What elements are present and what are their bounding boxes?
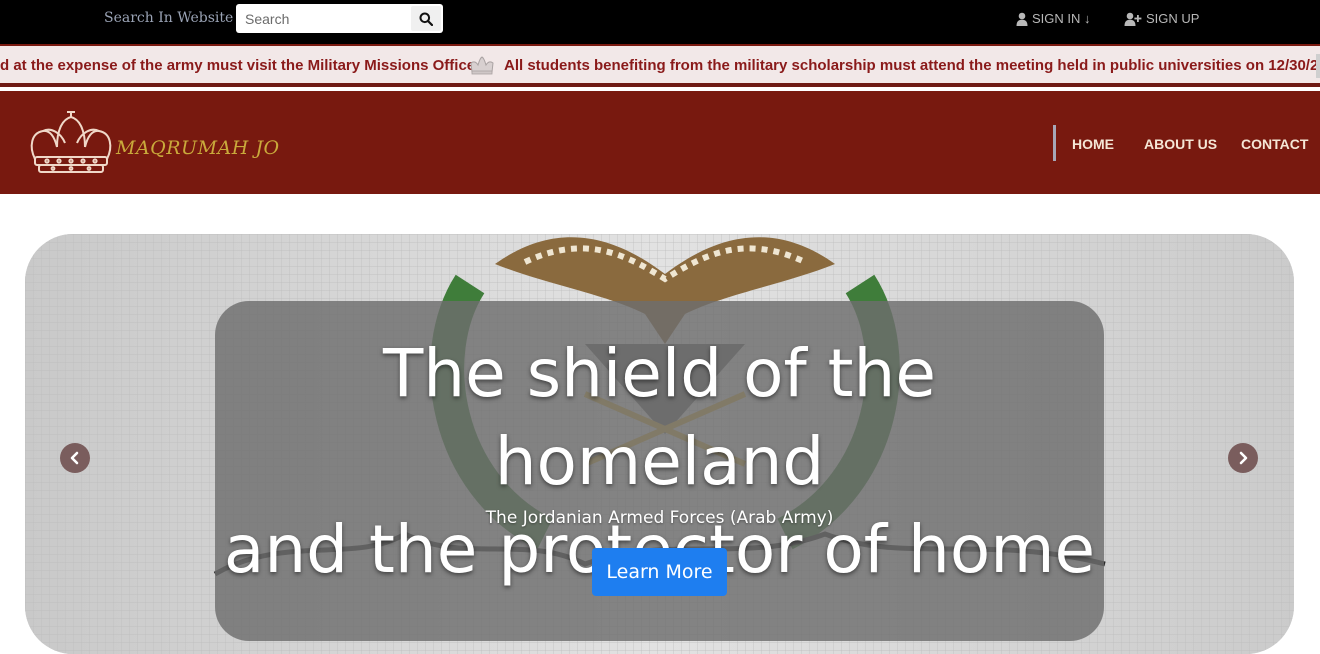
chevron-left-icon: [70, 451, 79, 465]
chevron-right-icon: [1239, 451, 1248, 465]
user-icon: [1016, 12, 1028, 26]
hero-subtitle: The Jordanian Armed Forces (Arab Army): [485, 508, 834, 528]
search-box: [236, 4, 443, 33]
news-ticker: d at the expense of the army must visit …: [0, 44, 1320, 87]
search-button[interactable]: [411, 6, 441, 31]
search-icon: [419, 12, 433, 26]
top-bar: Search In Website SIGN IN ↓ SIGN UP: [0, 0, 1320, 44]
hero-headline-line1: The shield of the homeland: [382, 335, 936, 500]
sign-up-label: SIGN UP: [1146, 11, 1200, 26]
search-input[interactable]: [236, 4, 406, 33]
crown-logo-icon[interactable]: [27, 107, 115, 175]
learn-more-button[interactable]: Learn More: [592, 548, 727, 596]
ticker-scrollbar[interactable]: [1316, 54, 1320, 78]
sign-up-link[interactable]: SIGN UP: [1124, 11, 1199, 26]
nav-divider: [1053, 125, 1056, 161]
sign-in-label: SIGN IN ↓: [1032, 11, 1091, 26]
carousel-prev-button[interactable]: [60, 443, 90, 473]
nav-about-us[interactable]: ABOUT US: [1144, 136, 1217, 152]
crown-icon: [470, 56, 494, 75]
ticker-item: All students benefiting from the militar…: [504, 57, 1320, 74]
nav-home[interactable]: HOME: [1072, 136, 1114, 152]
search-label: Search In Website: [104, 10, 234, 26]
sign-in-link[interactable]: SIGN IN ↓: [1016, 11, 1091, 26]
ticker-item: d at the expense of the army must visit …: [0, 57, 476, 74]
user-plus-icon: [1124, 12, 1142, 26]
hero-carousel: The shield of the homeland and the prote…: [25, 234, 1294, 654]
main-navbar: MAQRUMAH JO HOME ABOUT US CONTACT: [0, 91, 1320, 194]
nav-contact[interactable]: CONTACT: [1241, 136, 1308, 152]
carousel-next-button[interactable]: [1228, 443, 1258, 473]
brand-name[interactable]: MAQRUMAH JO: [116, 137, 280, 159]
hero-caption: The shield of the homeland and the prote…: [215, 301, 1104, 641]
